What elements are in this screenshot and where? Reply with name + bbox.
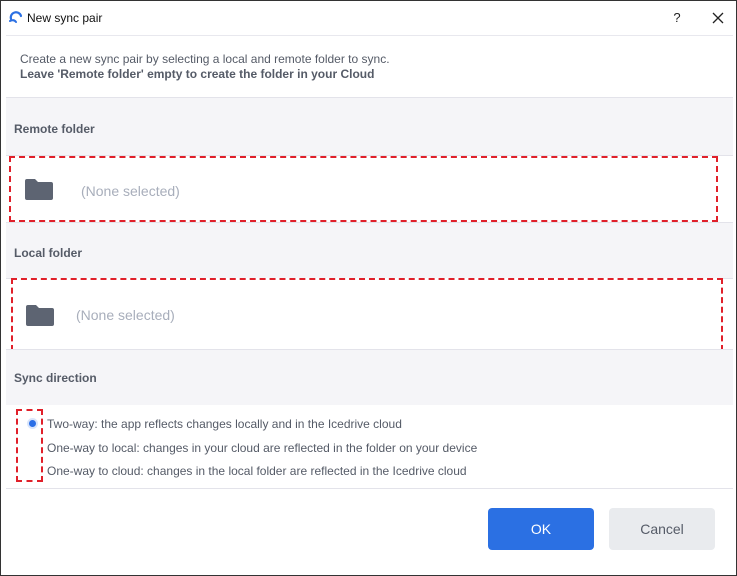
sync-direction-header: Sync direction xyxy=(6,349,733,406)
sync-direction-label: Sync direction xyxy=(14,371,97,385)
remote-folder-value: (None selected) xyxy=(81,183,180,199)
new-sync-pair-dialog: New sync pair ? Create a new sync pair b… xyxy=(0,0,737,576)
option-one-way-local-label[interactable]: One-way to local: changes in your cloud … xyxy=(47,441,477,455)
local-folder-header: Local folder xyxy=(6,222,733,279)
ok-button[interactable]: OK xyxy=(488,508,594,550)
remote-folder-picker[interactable]: (None selected) xyxy=(9,156,718,222)
folder-icon xyxy=(26,305,54,326)
intro-panel: Create a new sync pair by selecting a lo… xyxy=(6,35,733,97)
local-folder-label: Local folder xyxy=(14,246,83,260)
cancel-button[interactable]: Cancel xyxy=(609,508,715,550)
icedrive-logo-icon xyxy=(9,11,23,23)
close-button[interactable] xyxy=(706,7,730,29)
folder-icon xyxy=(25,179,53,200)
radio-one-way-cloud[interactable] xyxy=(27,464,38,475)
intro-text: Create a new sync pair by selecting a lo… xyxy=(20,52,390,66)
option-two-way-label[interactable]: Two-way: the app reflects changes locall… xyxy=(47,417,402,431)
intro-hint: Leave 'Remote folder' empty to create th… xyxy=(20,67,375,81)
radio-one-way-local[interactable] xyxy=(27,441,38,452)
radio-two-way[interactable] xyxy=(27,418,38,429)
window-title: New sync pair xyxy=(27,11,103,25)
local-folder-value: (None selected) xyxy=(76,307,175,323)
local-folder-picker[interactable]: (None selected) xyxy=(11,278,723,351)
remote-folder-label: Remote folder xyxy=(14,122,95,136)
title-bar: New sync pair ? xyxy=(1,1,736,35)
help-button[interactable]: ? xyxy=(665,7,689,29)
remote-folder-header: Remote folder xyxy=(6,97,733,156)
option-one-way-cloud-label[interactable]: One-way to cloud: changes in the local f… xyxy=(47,464,467,478)
close-icon xyxy=(712,12,724,24)
